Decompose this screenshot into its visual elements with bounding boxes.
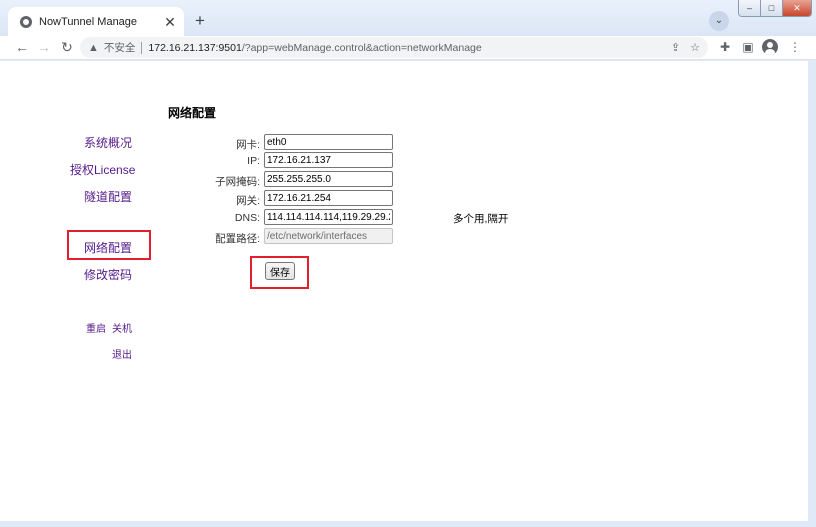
highlight-box-nav bbox=[67, 230, 151, 260]
url-host: 172.16.21.137:9501 bbox=[148, 41, 242, 54]
url-path: /?app=webManage.control&action=networkMa… bbox=[241, 41, 482, 54]
sidebar-item-password[interactable]: 修改密码 bbox=[84, 266, 132, 283]
window-controls: – □ ✕ bbox=[738, 0, 812, 17]
profile-avatar-icon[interactable] bbox=[762, 39, 778, 55]
omnibox-divider bbox=[141, 41, 143, 54]
netmask-label: 子网掩码: bbox=[215, 176, 260, 188]
browser-toolbar: ← → ↻ ▲ 不安全 172.16.21.137:9501 /?app=web… bbox=[0, 36, 816, 60]
ip-label: IP: bbox=[247, 155, 260, 167]
forward-button[interactable]: → bbox=[34, 36, 54, 58]
tab-search-button[interactable]: ⌄ bbox=[709, 11, 729, 31]
dns-hint-text: 多个用,隔开 bbox=[453, 213, 509, 225]
maximize-button[interactable]: □ bbox=[761, 0, 783, 16]
config-path-label: 配置路径: bbox=[215, 233, 260, 245]
config-path-input bbox=[264, 228, 393, 244]
page-title: 网络配置 bbox=[168, 106, 217, 120]
tab-title: NowTunnel Manage bbox=[39, 15, 138, 28]
browser-tab[interactable]: NowTunnel Manage ✕ bbox=[8, 7, 184, 36]
side-panel-icon[interactable]: ▣ bbox=[738, 36, 758, 58]
window-edge-bottom bbox=[0, 521, 808, 527]
shutdown-link[interactable]: 关机 bbox=[112, 320, 132, 335]
new-tab-button[interactable]: + bbox=[190, 11, 210, 31]
netmask-input[interactable] bbox=[264, 171, 393, 187]
sidebar-item-overview[interactable]: 系统概况 bbox=[84, 134, 132, 151]
menu-kebab-icon[interactable]: ⋮ bbox=[785, 36, 805, 58]
share-icon[interactable]: ⇪ bbox=[671, 41, 680, 54]
minimize-button[interactable]: – bbox=[739, 0, 761, 16]
highlight-box-save bbox=[250, 256, 309, 289]
gateway-input[interactable] bbox=[264, 190, 393, 206]
page-content: 网络配置 系统概况 授权License 隧道配置 网络配置 修改密码 重启 关机… bbox=[0, 61, 808, 521]
logout-link[interactable]: 退出 bbox=[112, 346, 132, 361]
gateway-label: 网关: bbox=[236, 195, 260, 207]
bookmark-star-icon[interactable]: ☆ bbox=[690, 41, 700, 54]
dns-label: DNS: bbox=[234, 212, 260, 224]
reboot-link[interactable]: 重启 bbox=[86, 320, 106, 335]
browser-title-bar: NowTunnel Manage ✕ + ⌄ – □ ✕ bbox=[0, 0, 816, 36]
address-bar[interactable]: ▲ 不安全 172.16.21.137:9501 /?app=webManage… bbox=[80, 37, 708, 58]
dns-input[interactable] bbox=[264, 209, 393, 225]
close-window-button[interactable]: ✕ bbox=[783, 0, 811, 16]
close-tab-icon[interactable]: ✕ bbox=[162, 14, 178, 30]
sidebar-item-tunnel[interactable]: 隧道配置 bbox=[84, 188, 132, 205]
insecure-label[interactable]: 不安全 bbox=[104, 40, 136, 55]
back-button[interactable]: ← bbox=[12, 36, 32, 58]
warning-icon: ▲ bbox=[88, 41, 99, 54]
globe-icon bbox=[20, 15, 32, 28]
reload-button[interactable]: ↻ bbox=[57, 36, 77, 58]
ip-input[interactable] bbox=[264, 152, 393, 168]
nic-input[interactable] bbox=[264, 134, 393, 150]
nic-label: 网卡: bbox=[236, 139, 260, 151]
window-edge-right bbox=[808, 61, 816, 527]
omnibox-actions: ⇪ ☆ bbox=[671, 37, 700, 58]
sidebar-item-license[interactable]: 授权License bbox=[70, 161, 135, 178]
extensions-icon[interactable]: ✚ bbox=[715, 36, 735, 58]
